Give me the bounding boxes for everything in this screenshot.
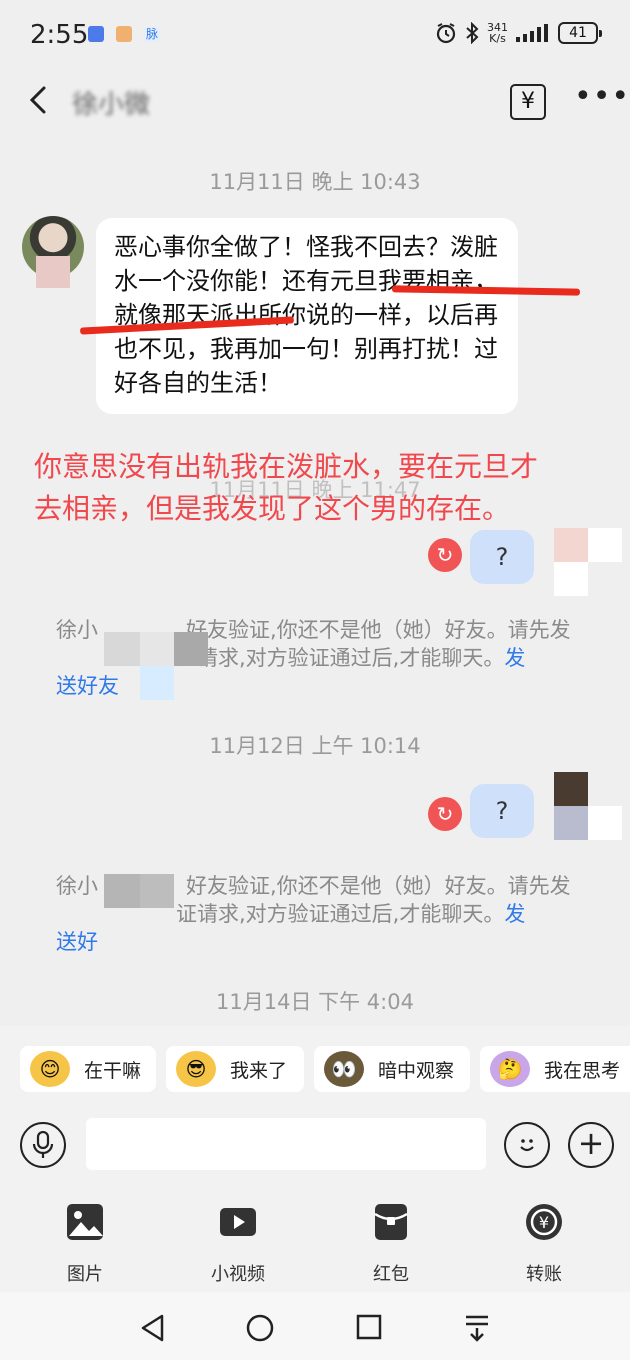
app-notification-icon: 脉	[144, 26, 160, 42]
app-notification-icon	[88, 26, 104, 42]
resend-icon[interactable]: ↻	[428, 797, 462, 831]
outgoing-message-bubble[interactable]: ?	[470, 530, 534, 584]
sticker-suggestion-bar: 😊 在干嘛 😎 我来了 👀 暗中观察 🤔 我在思考	[0, 1026, 630, 1114]
image-icon	[67, 1204, 103, 1240]
timestamp: 11月11日 晚上 10:43	[209, 170, 421, 194]
status-time: 2:55	[30, 20, 89, 50]
sunglasses-face-icon: 😎	[176, 1051, 216, 1087]
name-mosaic	[104, 632, 140, 666]
alarm-icon	[436, 23, 456, 44]
back-icon[interactable]	[22, 82, 58, 118]
status-right: 341 K/s 41	[435, 21, 602, 45]
nav-notification-pull-icon[interactable]	[464, 1314, 490, 1342]
thinking-face-icon: 🤔	[490, 1051, 530, 1087]
nav-back-icon[interactable]	[140, 1314, 166, 1342]
send-request-link[interactable]: 发	[504, 902, 525, 926]
battery-indicator: 41	[558, 22, 602, 44]
net-speed: 341 K/s	[487, 21, 508, 45]
send-request-link[interactable]: 送好友	[56, 674, 119, 698]
send-request-link[interactable]: 送好	[56, 930, 98, 954]
avatar-mosaic	[554, 772, 624, 842]
app-notification-icon	[116, 26, 132, 42]
annotation-text: 你意思没有出轨我在泼脏水，要在元旦才去相亲，但是我发现了这个男的存在。	[34, 450, 539, 525]
message-input[interactable]	[86, 1118, 486, 1170]
avatar-mosaic	[554, 528, 624, 598]
emoji-button[interactable]	[504, 1122, 550, 1168]
bluetooth-icon	[466, 22, 479, 44]
sticker-face-icon: 😊	[30, 1051, 70, 1087]
chat-header: 徐小微 ¥ •••	[0, 70, 630, 134]
sticker-suggestion[interactable]: 🤔 我在思考	[480, 1046, 630, 1092]
name-mosaic	[140, 666, 174, 700]
sticker-suggestion[interactable]: 😊 在干嘛	[20, 1046, 156, 1092]
sticker-suggestion[interactable]: 👀 暗中观察	[314, 1046, 470, 1092]
name-mosaic	[174, 632, 208, 666]
send-request-link[interactable]: 发	[504, 646, 525, 670]
timestamp: 11月12日 上午 10:14	[209, 734, 421, 758]
outgoing-message-bubble[interactable]: ?	[470, 784, 534, 838]
resend-icon[interactable]: ↻	[428, 538, 462, 572]
avatar-mosaic	[36, 256, 70, 288]
plus-button[interactable]: +	[568, 1122, 614, 1168]
input-bar: +	[0, 1114, 630, 1180]
status-bar: 2:55 脉 341 K/s 41	[0, 0, 630, 70]
name-mosaic	[140, 874, 174, 908]
voice-button[interactable]	[20, 1122, 66, 1168]
nav-home-icon[interactable]	[246, 1314, 274, 1342]
sticker-suggestion[interactable]: 😎 我来了	[166, 1046, 304, 1092]
system-nav-bar	[0, 1292, 630, 1360]
name-mosaic	[140, 632, 174, 666]
tool-transfer[interactable]: ¥ 转账	[499, 1202, 589, 1286]
peeking-face-icon: 👀	[324, 1051, 364, 1087]
more-icon[interactable]: •••	[574, 82, 630, 112]
transfer-icon: ¥	[526, 1204, 562, 1240]
incoming-message-bubble[interactable]: 恶心事你全做了！怪我不回去？泼脏水一个没你能！还有元旦我要相亲，就像那天派出所你…	[96, 218, 518, 414]
signal-icon	[516, 24, 548, 42]
microphone-icon	[32, 1130, 54, 1158]
name-mosaic	[104, 874, 140, 908]
svg-text:¥: ¥	[539, 1213, 549, 1232]
contact-name: 徐小微	[72, 90, 151, 120]
tool-panel: 图片 小视频 红包 ¥ 转账	[0, 1180, 630, 1292]
tool-red-packet[interactable]: 红包	[346, 1202, 436, 1286]
yuan-transfer-icon[interactable]: ¥	[510, 84, 546, 120]
smiley-icon	[520, 1139, 534, 1152]
red-packet-icon	[374, 1204, 408, 1240]
video-icon	[220, 1208, 256, 1236]
timestamp: 11月14日 下午 4:04	[216, 990, 414, 1014]
nav-recents-icon[interactable]	[356, 1314, 382, 1340]
tool-image[interactable]: 图片	[40, 1202, 130, 1286]
tool-video[interactable]: 小视频	[193, 1202, 283, 1286]
